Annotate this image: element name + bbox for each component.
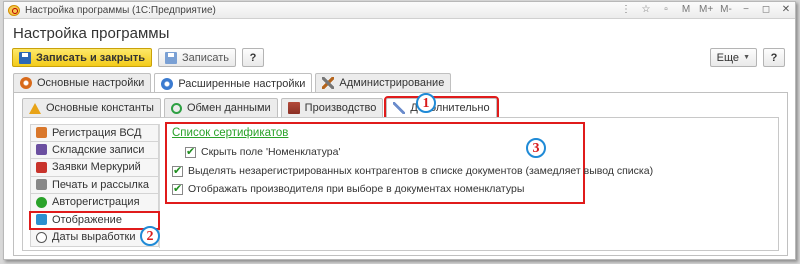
save-and-close-label: Записать и закрыть — [36, 51, 146, 64]
annotation-badge-2: 2 — [140, 226, 160, 246]
subtab-label: Основные константы — [46, 102, 154, 114]
help-button-right[interactable]: ? — [763, 48, 785, 67]
sidebar-item-warehouse-records[interactable]: Складские записи — [30, 141, 159, 159]
tab-label: Основные настройки — [37, 77, 145, 89]
option-label: Скрыть поле 'Номенклатура' — [201, 146, 341, 158]
sidebar-item-display[interactable]: Отображение — [29, 210, 160, 230]
monitor-icon — [36, 214, 47, 226]
additional-panel: Регистрация ВСД Складские записи Заявки … — [22, 117, 779, 251]
window-controls: ⋮ ☆ ▫ M M+ M- − ◻ ✕ — [619, 3, 793, 17]
annotation-badge-3: 3 — [526, 138, 546, 158]
save-label: Записать — [182, 51, 230, 64]
memory-minus-button[interactable]: M- — [719, 3, 733, 17]
option-show-manufacturer[interactable]: Отображать производителя при выборе в до… — [172, 182, 525, 195]
display-settings-content: Список сертификатов Скрыть поле 'Номенкл… — [165, 122, 771, 248]
memory-plus-button[interactable]: M+ — [699, 3, 713, 17]
certificates-list-link[interactable]: Список сертификатов — [172, 127, 288, 139]
sidebar-item-label: Отображение — [52, 213, 122, 226]
annotation-badge-1: 1 — [416, 93, 436, 113]
close-icon[interactable]: ✕ — [779, 3, 793, 17]
page-title: Настройка программы — [13, 25, 170, 42]
option-hide-nomenclature[interactable]: Скрыть поле 'Номенклатура' — [185, 145, 341, 158]
tools-icon — [322, 77, 335, 89]
chevron-down-icon: ▼ — [743, 54, 750, 61]
tab-label: Администрирование — [339, 77, 445, 89]
clock-icon — [36, 231, 47, 243]
subtab-label: Обмен данными — [186, 102, 271, 114]
checkbox[interactable] — [172, 182, 183, 195]
sync-icon — [170, 102, 182, 114]
sidebar-item-label: Даты выработки — [52, 231, 136, 244]
printer-icon — [36, 179, 47, 191]
checkbox[interactable] — [185, 145, 196, 158]
title-bar: Настройка программы (1С:Предприятие) ⋮ ☆… — [4, 2, 795, 19]
warehouse-icon — [36, 144, 47, 156]
tab-advanced-settings[interactable]: Расширенные настройки — [154, 73, 313, 93]
save-and-close-button[interactable]: Записать и закрыть — [12, 48, 153, 67]
sidebar-item-mercury-requests[interactable]: Заявки Меркурий — [30, 159, 159, 177]
documents-icon — [36, 127, 47, 139]
option-label: Отображать производителя при выборе в до… — [188, 183, 525, 195]
sidebar-item-label: Регистрация ВСД — [52, 126, 142, 139]
sidebar-item-vsd-registration[interactable]: Регистрация ВСД — [30, 124, 159, 142]
save-button[interactable]: Записать — [158, 48, 237, 67]
more-label: Еще — [716, 51, 740, 64]
warning-icon — [29, 102, 41, 114]
maximize-icon[interactable]: ◻ — [759, 3, 773, 17]
subtab-production[interactable]: Производство — [280, 98, 384, 117]
gear-icon — [161, 77, 174, 90]
sidebar-item-label: Печать и рассылка — [52, 178, 150, 191]
save-disk-icon — [19, 51, 31, 64]
sidebar-item-autoregistration[interactable]: Авторегистрация — [30, 194, 159, 212]
advanced-settings-panel: Основные константы Обмен данными Произво… — [13, 92, 788, 256]
window-title: Настройка программы (1С:Предприятие) — [25, 5, 216, 16]
factory-icon — [287, 102, 300, 114]
favorite-star-icon[interactable]: ☆ — [639, 3, 653, 17]
gear-icon — [20, 77, 32, 89]
sidebar-item-print-mailing[interactable]: Печать и рассылка — [30, 176, 159, 194]
save-disk-icon — [165, 51, 178, 64]
tab-label: Расширенные настройки — [178, 77, 306, 90]
option-label: Выделять незарегистрированных контрагент… — [188, 165, 654, 177]
app-logo-icon — [8, 5, 20, 16]
sidebar: Регистрация ВСД Складские записи Заявки … — [29, 124, 160, 248]
subtab-basic-constants[interactable]: Основные константы — [22, 98, 161, 117]
more-menu-button[interactable]: Еще ▼ — [709, 48, 757, 67]
wand-icon — [393, 102, 406, 114]
tab-administration[interactable]: Администрирование — [315, 73, 452, 92]
check-icon — [36, 196, 47, 208]
main-tabs: Основные настройки Расширенные настройки… — [13, 73, 452, 93]
checkbox[interactable] — [172, 164, 183, 177]
right-toolbar: Еще ▼ ? — [709, 48, 785, 67]
help-button[interactable]: ? — [242, 48, 265, 67]
option-highlight-unregistered[interactable]: Выделять незарегистрированных контрагент… — [172, 164, 654, 177]
minimize-icon[interactable]: − — [739, 3, 753, 17]
link-icon[interactable]: ▫ — [659, 3, 673, 17]
sidebar-item-label: Авторегистрация — [52, 196, 140, 209]
subtab-data-exchange[interactable]: Обмен данными — [163, 98, 278, 117]
menu-dots-icon[interactable]: ⋮ — [619, 3, 633, 17]
box-icon — [36, 161, 47, 173]
app-window: Настройка программы (1С:Предприятие) ⋮ ☆… — [3, 1, 796, 260]
tab-basic-settings[interactable]: Основные настройки — [13, 73, 152, 92]
subtab-label: Производство — [304, 102, 377, 114]
subtab-additional[interactable]: Дополнительно — [384, 96, 499, 119]
memory-button[interactable]: M — [679, 3, 693, 17]
sidebar-item-label: Заявки Меркурий — [52, 161, 141, 174]
toolbar: Записать и закрыть Записать ? — [12, 48, 265, 67]
sidebar-item-label: Складские записи — [52, 143, 145, 156]
highlight-box-3: Список сертификатов Скрыть поле 'Номенкл… — [165, 122, 653, 204]
